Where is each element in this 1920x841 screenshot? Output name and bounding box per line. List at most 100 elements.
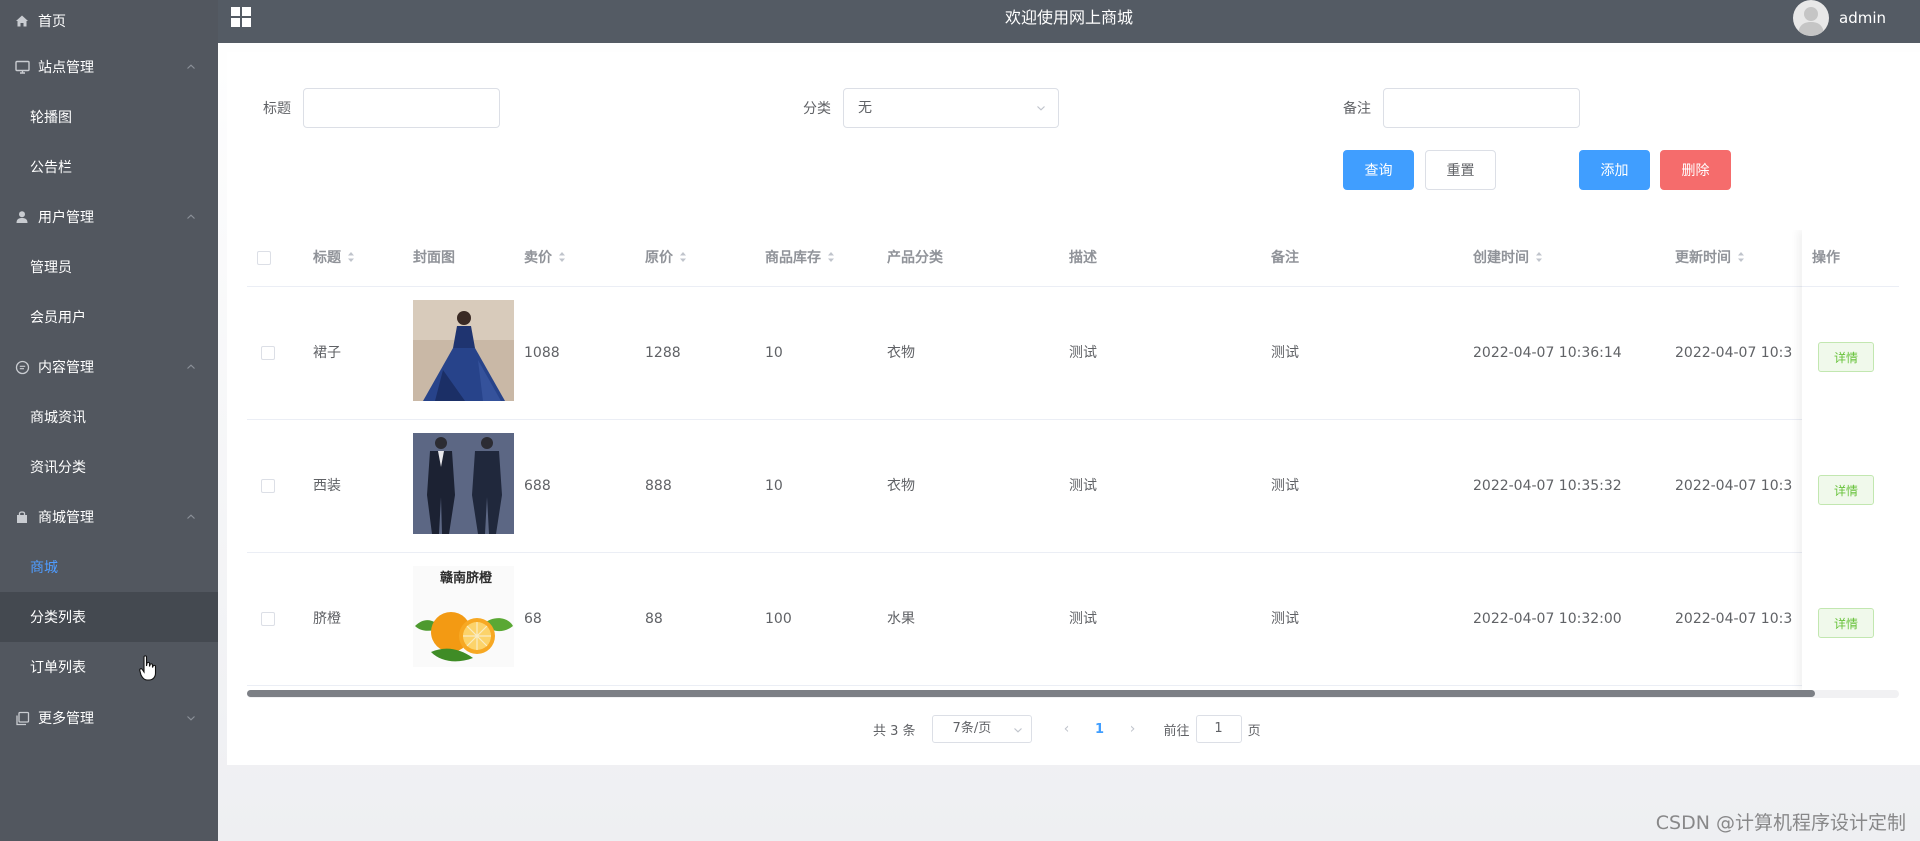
sidebar-item-order-list[interactable]: 订单列表 xyxy=(0,642,218,692)
title-input[interactable] xyxy=(303,88,500,128)
page-size-select[interactable]: 7条/页 xyxy=(931,715,1032,743)
page-size-value: 7条/页 xyxy=(952,721,992,736)
chevron-down-icon xyxy=(187,716,195,721)
add-button[interactable]: 添加 xyxy=(1579,150,1650,190)
sidebar-item-members[interactable]: 会员用户 xyxy=(0,292,218,342)
next-page-icon[interactable]: › xyxy=(1118,721,1148,737)
top-bar: 欢迎使用网上商城 admin xyxy=(218,0,1920,43)
sidebar-item-category-list[interactable]: 分类列表 xyxy=(0,592,218,642)
table-row: 脐橙 赣南脐橙 68 88 100 水果 测试 测试 2022-04-07 10… xyxy=(247,553,1899,686)
sidebar-group-site[interactable]: 站点管理 xyxy=(0,42,218,92)
cell-original-price: 88 xyxy=(645,611,663,627)
cell-price: 1088 xyxy=(524,345,560,361)
reset-button[interactable]: 重置 xyxy=(1425,150,1496,190)
cell-updated: 2022-04-07 10:3 xyxy=(1675,478,1793,494)
cell-category: 衣物 xyxy=(887,345,915,361)
prev-page-icon[interactable]: ‹ xyxy=(1052,721,1082,737)
sidebar-item-news-category[interactable]: 资讯分类 xyxy=(0,442,218,492)
sidebar-group-label: 商城管理 xyxy=(38,510,94,526)
sidebar-item-shop[interactable]: 商城 xyxy=(0,542,218,592)
chat-icon xyxy=(14,359,30,375)
orange-image: 赣南脐橙 xyxy=(413,566,514,667)
category-select[interactable]: 无 xyxy=(843,88,1059,128)
product-table: 标题 封面图 卖价 原价 商品库存 产品分类 描述 备注 创建时间 更新时间 裙… xyxy=(247,230,1899,740)
column-header: 封面图 xyxy=(413,250,455,266)
home-icon xyxy=(14,13,30,29)
cell-created: 2022-04-07 10:36:14 xyxy=(1473,345,1622,361)
query-button[interactable]: 查询 xyxy=(1343,150,1414,190)
cell-description: 测试 xyxy=(1069,478,1097,494)
cell-remark: 测试 xyxy=(1271,478,1299,494)
column-header[interactable]: 原价 xyxy=(645,230,687,287)
chevron-up-icon xyxy=(187,514,195,519)
column-header[interactable]: 卖价 xyxy=(524,230,566,287)
chevron-up-icon xyxy=(187,64,195,69)
cell-description: 测试 xyxy=(1069,345,1097,361)
sidebar-item-label: 首页 xyxy=(38,14,66,30)
cell-title: 裙子 xyxy=(313,345,341,361)
pagination: 共 3 条 7条/页 ‹ 1 › 前往 1 页 xyxy=(873,714,1261,744)
row-checkbox[interactable] xyxy=(261,346,275,360)
sidebar-item-news[interactable]: 商城资讯 xyxy=(0,392,218,442)
sidebar-item-notice[interactable]: 公告栏 xyxy=(0,142,218,192)
avatar xyxy=(1793,0,1829,36)
cell-remark: 测试 xyxy=(1271,611,1299,627)
remark-input[interactable] xyxy=(1383,88,1580,128)
sidebar-group-label: 站点管理 xyxy=(38,60,94,76)
fixed-action-column: 操作 详情 详情 详情 xyxy=(1802,230,1899,690)
select-all-checkbox[interactable] xyxy=(257,251,271,265)
sort-icon[interactable] xyxy=(1535,251,1543,263)
sort-icon[interactable] xyxy=(347,251,355,263)
row-checkbox[interactable] xyxy=(261,612,275,626)
total-count: 共 3 条 xyxy=(873,723,916,739)
goto-page-input[interactable]: 1 xyxy=(1195,715,1242,743)
cell-updated: 2022-04-07 10:3 xyxy=(1675,345,1793,361)
column-header: 操作 xyxy=(1812,250,1840,266)
sidebar-item-admins[interactable]: 管理员 xyxy=(0,242,218,292)
sort-icon[interactable] xyxy=(827,251,835,263)
column-header[interactable]: 创建时间 xyxy=(1473,230,1543,287)
cell-title: 脐橙 xyxy=(313,611,341,627)
column-header[interactable]: 标题 xyxy=(313,230,355,287)
sidebar-group-label: 内容管理 xyxy=(38,360,94,376)
user-name: admin xyxy=(1839,9,1886,27)
sort-icon[interactable] xyxy=(1737,251,1745,263)
cell-updated: 2022-04-07 10:3 xyxy=(1675,611,1793,627)
user-menu[interactable]: admin xyxy=(1793,0,1886,36)
column-header[interactable]: 商品库存 xyxy=(765,230,835,287)
detail-button[interactable]: 详情 xyxy=(1818,475,1874,505)
sidebar-group-users[interactable]: 用户管理 xyxy=(0,192,218,242)
column-header[interactable]: 更新时间 xyxy=(1675,230,1745,287)
title-label: 标题 xyxy=(263,101,291,117)
table-row: 西装 688 888 10 衣物 测试 测试 2022-04-07 10:35:… xyxy=(247,420,1899,553)
sidebar-item-home[interactable]: 首页 xyxy=(0,0,218,42)
page-title: 欢迎使用网上商城 xyxy=(1004,8,1133,27)
sidebar-group-more[interactable]: 更多管理 xyxy=(0,692,218,744)
cell-created: 2022-04-07 10:32:00 xyxy=(1473,611,1622,627)
sort-icon[interactable] xyxy=(679,251,687,263)
current-page[interactable]: 1 xyxy=(1082,722,1118,737)
detail-button[interactable]: 详情 xyxy=(1818,608,1874,638)
cell-created: 2022-04-07 10:35:32 xyxy=(1473,478,1622,494)
cell-title: 西装 xyxy=(313,478,341,494)
table-header: 标题 封面图 卖价 原价 商品库存 产品分类 描述 备注 创建时间 更新时间 xyxy=(247,230,1899,287)
cell-description: 测试 xyxy=(1069,611,1097,627)
column-header: 备注 xyxy=(1271,250,1299,266)
main-card: 标题 分类 无 备注 查询 重置 添加 删除 标题 封面图 卖价 原价 商品库存… xyxy=(227,52,1920,765)
suit-image xyxy=(413,433,514,534)
detail-button[interactable]: 详情 xyxy=(1818,342,1874,372)
delete-button[interactable]: 删除 xyxy=(1660,150,1731,190)
cell-price: 688 xyxy=(524,478,551,494)
row-checkbox[interactable] xyxy=(261,479,275,493)
sidebar-group-content[interactable]: 内容管理 xyxy=(0,342,218,392)
goto-suffix: 页 xyxy=(1247,723,1261,739)
sidebar-item-carousel[interactable]: 轮播图 xyxy=(0,92,218,142)
sidebar-group-shop[interactable]: 商城管理 xyxy=(0,492,218,542)
copy-icon xyxy=(14,710,30,726)
sidebar: 首页 站点管理 轮播图 公告栏 用户管理 管理员 会员用户 内容管理 商城资讯 … xyxy=(0,0,218,841)
horizontal-scrollbar-thumb[interactable] xyxy=(247,690,1815,697)
table-row: 裙子 1088 1288 10 衣物 测试 测试 2022-04-07 10:3… xyxy=(247,287,1899,420)
category-select-value: 无 xyxy=(858,100,872,116)
cell-remark: 测试 xyxy=(1271,345,1299,361)
sort-icon[interactable] xyxy=(558,251,566,263)
